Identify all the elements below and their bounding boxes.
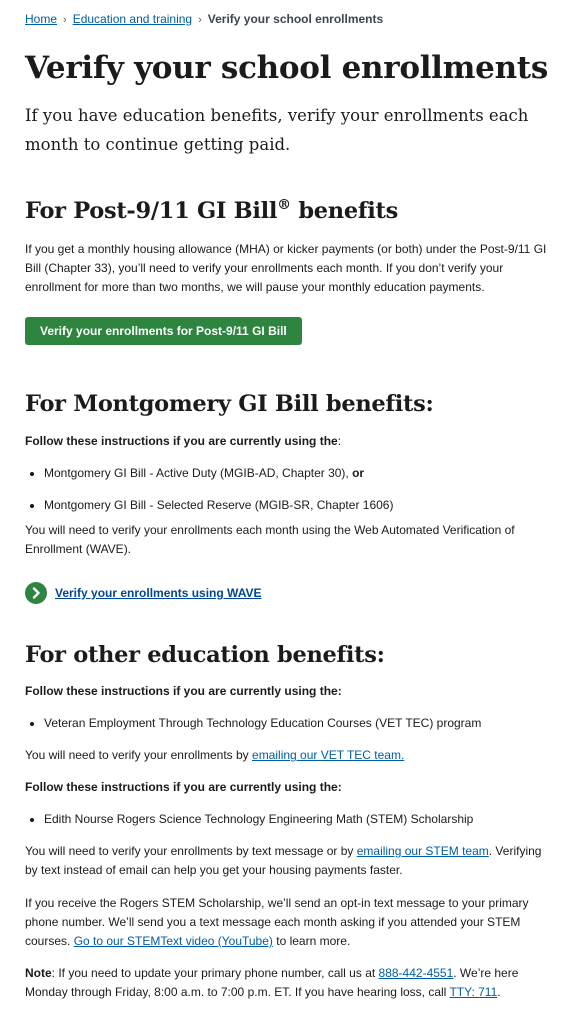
breadcrumb-current: Verify your school enrollments (207, 12, 384, 26)
montgomery-instructions: Follow these instructions if you are cur… (25, 434, 342, 448)
tty-link[interactable]: TTY: 711 (449, 985, 497, 999)
montgomery-list: Montgomery GI Bill - Active Duty (MGIB-A… (25, 464, 548, 515)
montgomery-heading: For Montgomery GI Bill benefits: (25, 391, 434, 417)
stem-text: You will need to verify your enrollments… (25, 844, 542, 877)
stemtext-video-link[interactable]: Go to our STEMText video (YouTube) (74, 934, 273, 948)
vettec-list: Veteran Employment Through Technology Ed… (25, 714, 548, 733)
breadcrumb-separator: › (198, 14, 202, 26)
other-instructions-1: Follow these instructions if you are cur… (25, 684, 342, 698)
intro-text: If you have education benefits, verify y… (25, 106, 529, 154)
other-instructions-2: Follow these instructions if you are cur… (25, 780, 342, 794)
page-title: Verify your school enrollments (25, 50, 548, 86)
breadcrumb: Home › Education and training › Verify your … (25, 0, 546, 27)
other-heading: For other education benefits: (25, 642, 385, 668)
verify-wave-link[interactable]: Verify your enrollments using WAVE (55, 586, 262, 600)
post911-button-wrap: Verify your enrollments for Post-9/11 GI… (25, 317, 548, 345)
post911-body: If you get a monthly housing allowance (… (25, 242, 547, 294)
phone-link[interactable]: 888-442-4551 (379, 966, 454, 980)
list-item: Edith Nourse Rogers Science Technology E… (44, 810, 548, 829)
verify-post911-button[interactable]: Verify your enrollments for Post-9/11 GI… (25, 317, 302, 345)
stem-list: Edith Nourse Rogers Science Technology E… (25, 810, 548, 829)
list-item: Montgomery GI Bill - Active Duty (MGIB-A… (44, 464, 548, 483)
vettec-text: You will need to verify your enrollments… (25, 748, 405, 762)
breadcrumb-separator: › (63, 14, 67, 26)
wave-action-link[interactable]: Verify your enrollments using WAVE (25, 582, 548, 604)
breadcrumb-education-link[interactable]: Education and training (73, 12, 192, 26)
registered-mark: ® (277, 197, 291, 213)
montgomery-body: You will need to verify your enrollments… (25, 523, 515, 556)
stem-email-link[interactable]: emailing our STEM team (357, 844, 489, 858)
post911-heading: For Post-9/11 GI Bill® benefits (25, 197, 398, 224)
vettec-email-link[interactable]: emailing our VET TEC team. (252, 748, 404, 762)
page-content: Home › Education and training › Verify your … (0, 0, 566, 999)
list-item: Montgomery GI Bill - Selected Reserve (M… (44, 496, 548, 515)
note-text: Note: If you need to update your primary… (25, 966, 519, 999)
rogers-text: If you receive the Rogers STEM Scholarsh… (25, 896, 529, 948)
list-item: Veteran Employment Through Technology Ed… (44, 714, 548, 733)
chevron-right-circle-icon (25, 582, 47, 604)
breadcrumb-home-link[interactable]: Home (25, 12, 57, 26)
